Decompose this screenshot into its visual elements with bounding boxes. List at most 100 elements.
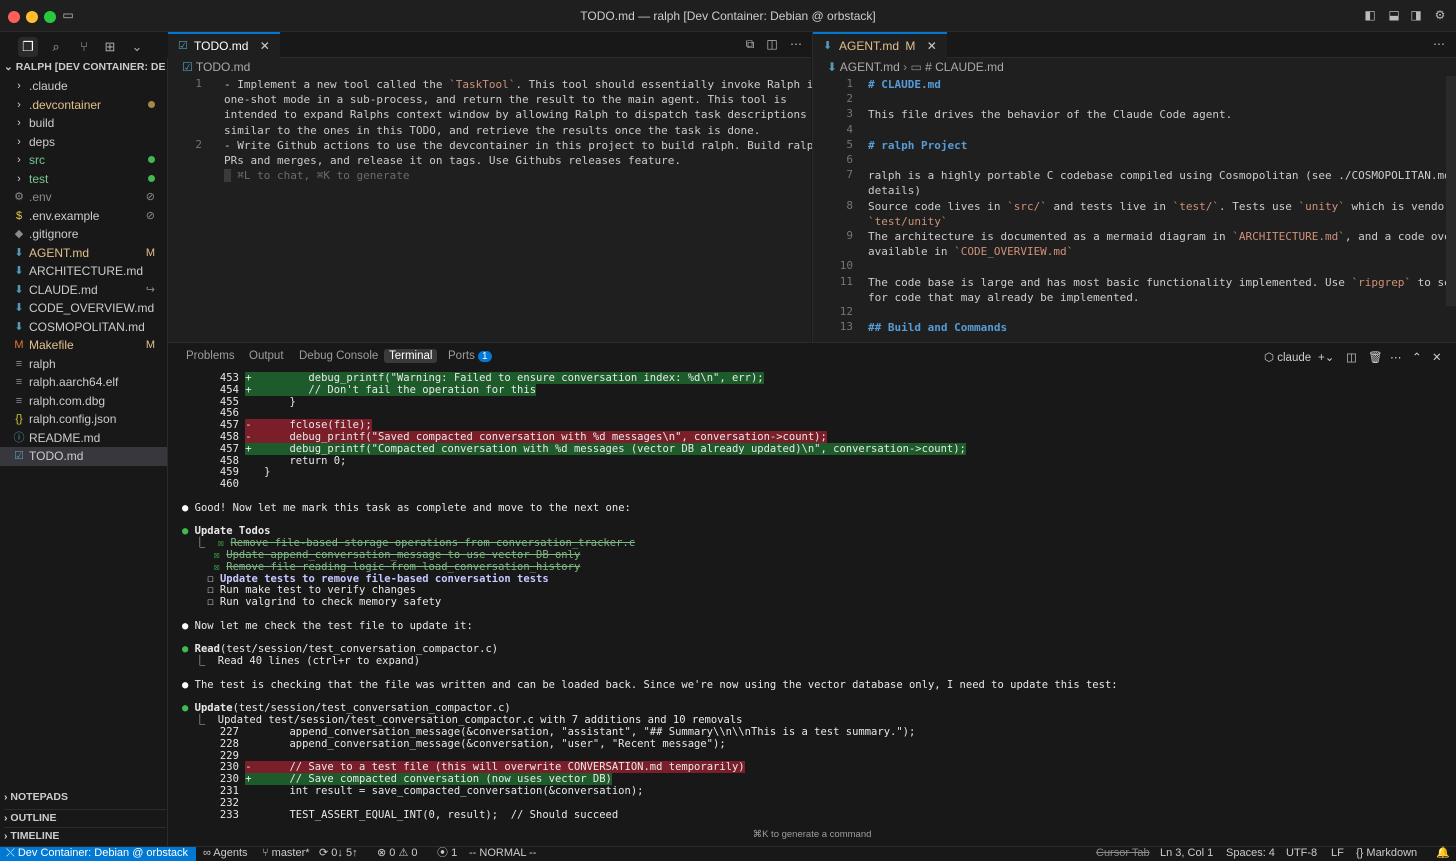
make-file-icon: M <box>14 339 24 351</box>
explorer-item[interactable]: ≡ ralph <box>0 355 167 374</box>
split-editor-icon[interactable]: ◫ <box>764 37 780 51</box>
terminal-hint: ⌘K to generate a command <box>752 829 872 840</box>
branch-indicator[interactable]: ⑂ master* <box>262 847 310 861</box>
explorer-item-label: deps <box>29 134 56 149</box>
maximize-panel-icon[interactable]: ⌃ <box>1412 350 1422 364</box>
line-number: 5 <box>846 137 853 151</box>
source-control-icon[interactable]: ⑂ <box>74 37 94 57</box>
notifications-bell-icon[interactable]: 🔔 <box>1436 847 1450 861</box>
info-file-icon: ⓘ <box>13 431 25 444</box>
cursor-position[interactable]: Ln 3, Col 1 <box>1160 847 1213 861</box>
scrollbar[interactable] <box>1446 76 1456 306</box>
problems-indicator[interactable]: ⊗ 0 ⚠ 0 <box>377 847 417 861</box>
settings-gear-icon[interactable]: ⚙ <box>1432 8 1448 22</box>
close-tab-icon[interactable]: ✕ <box>927 39 937 53</box>
explorer-item[interactable]: M Makefile M <box>0 336 167 355</box>
terminal-line: 458 - debug_printf("Saved compacted conv… <box>182 431 827 443</box>
toggle-primary-sidebar-icon[interactable]: ◧ <box>1362 8 1378 22</box>
breadcrumb[interactable]: ☑ TODO.md <box>182 60 250 76</box>
terminal-line: 458 return 0; <box>182 454 347 467</box>
tab-terminal[interactable]: Terminal <box>384 349 438 363</box>
split-terminal-icon[interactable]: ◫ <box>1346 350 1357 364</box>
explorer-item[interactable]: ⬇ ARCHITECTURE.md <box>0 262 167 281</box>
sync-indicator[interactable]: ⟳ 0↓ 5↑ <box>319 847 358 861</box>
explorer-item[interactable]: › deps <box>0 133 167 152</box>
terminal-line: ● Update(test/session/test_conversation_… <box>182 702 511 715</box>
inline-hint: | ⌘L to chat, ⌘K to generate <box>224 169 410 182</box>
explorer-item-label: .env <box>29 190 52 204</box>
explorer-item[interactable]: {} ralph.config.json <box>0 410 167 429</box>
explorer-item[interactable]: › .claude <box>0 77 167 96</box>
explorer-item[interactable]: › build <box>0 114 167 133</box>
md-file-icon: ⬇ <box>14 302 24 314</box>
explorer-item[interactable]: ⬇ CODE_OVERVIEW.md <box>0 299 167 318</box>
terminal-line: 232 <box>182 796 239 809</box>
terminal-selector[interactable]: ⬡ claude <box>1264 350 1311 364</box>
terminal-line: ● Good! Now let me mark this task as com… <box>182 501 631 514</box>
tab-output[interactable]: Output <box>249 350 284 362</box>
heading-icon: ▭ <box>910 60 922 74</box>
close-panel-icon[interactable]: ✕ <box>1432 350 1442 364</box>
explorer-item[interactable]: ≡ ralph.aarch64.elf <box>0 373 167 392</box>
tab-todo[interactable]: ☑ TODO.md ✕ <box>168 32 280 58</box>
terminal-line: 457 + debug_printf("Compacted conversati… <box>182 442 966 455</box>
remote-indicator[interactable]: ⤬ Dev Container: Debian @ orbstack <box>0 847 196 861</box>
explorer-item-label: ralph.config.json <box>29 412 117 426</box>
more-actions-icon[interactable]: ⋯ <box>1431 37 1447 51</box>
more-actions-icon[interactable]: ⋯ <box>1390 350 1402 364</box>
close-tab-icon[interactable]: ✕ <box>260 39 270 53</box>
tab-problems[interactable]: Problems <box>186 350 235 362</box>
encoding[interactable]: UTF-8 <box>1286 847 1317 861</box>
agents-button[interactable]: ∞ Agents <box>203 847 248 861</box>
section-timeline[interactable]: › TIMELINE <box>4 827 166 845</box>
section-notepads[interactable]: › NOTEPADS <box>4 791 166 809</box>
terminal-icon: ⬡ <box>1264 352 1278 364</box>
explorer-item[interactable]: ☑ TODO.md <box>0 447 167 466</box>
tab-agent[interactable]: ⬇ AGENT.md M ✕ <box>813 32 947 58</box>
explorer-item-label: Makefile <box>29 338 74 352</box>
terminal-line: 454 + // Don't fail the operation for th… <box>182 383 537 396</box>
braces-icon: {} <box>1356 847 1367 859</box>
toggle-secondary-sidebar-icon[interactable]: ◨ <box>1408 8 1424 22</box>
indentation[interactable]: Spaces: 4 <box>1226 847 1275 861</box>
trash-icon[interactable]: 🗑 <box>1368 350 1383 364</box>
language-mode[interactable]: {} Markdown <box>1356 847 1417 861</box>
new-terminal-button[interactable]: +⌄ <box>1318 350 1334 364</box>
explorer-item[interactable]: › .devcontainer <box>0 96 167 115</box>
ports-indicator[interactable]: ⦿ 1 <box>437 847 457 861</box>
explorer-item-label: AGENT.md <box>29 245 90 260</box>
editor-agent: ⬇ AGENT.md M ✕ ⋯ ⬇ AGENT.md › ▭ # CLAUDE… <box>812 32 1456 342</box>
explorer-item[interactable]: ⚙ .env ⊘ <box>0 188 167 207</box>
explorer-item[interactable]: ⬇ CLAUDE.md ↪ <box>0 281 167 300</box>
explorer-icon[interactable]: ❐ <box>18 37 38 57</box>
explorer-item[interactable]: › src <box>0 151 167 170</box>
explorer-item[interactable]: ◆ .gitignore <box>0 225 167 244</box>
ports-count-badge: 1 <box>478 351 492 362</box>
explorer-item[interactable]: › test <box>0 170 167 189</box>
terminal-line: ● Update Todos <box>182 525 271 538</box>
extensions-icon[interactable]: ⊞ <box>100 37 120 57</box>
tab-debug-console[interactable]: Debug Console <box>299 350 378 362</box>
eol[interactable]: LF <box>1331 847 1344 861</box>
tab-ports[interactable]: Ports 1 <box>448 350 492 362</box>
chevron-right-icon: › <box>17 80 21 92</box>
explorer-item[interactable]: ≡ ralph.com.dbg <box>0 392 167 411</box>
open-preview-icon[interactable]: ⧉ <box>742 37 758 51</box>
section-outline[interactable]: › OUTLINE <box>4 809 166 827</box>
toggle-panel-icon[interactable]: ⬓ <box>1386 8 1402 22</box>
explorer-item-label: TODO.md <box>29 449 84 463</box>
terminal-line: ● Read(test/session/test_conversation_co… <box>182 643 499 656</box>
chevron-down-icon[interactable]: ⌄ <box>127 37 147 57</box>
radio-tower-icon: ⦿ <box>437 847 452 859</box>
explorer-item[interactable]: ⬇ AGENT.md M <box>0 244 167 263</box>
cursor-tab-indicator[interactable]: Cursor Tab <box>1096 847 1150 861</box>
search-icon[interactable]: ⌕ <box>46 37 66 57</box>
breadcrumb[interactable]: ⬇ AGENT.md › ▭ # CLAUDE.md <box>827 60 1004 76</box>
explorer-item[interactable]: ⬇ COSMOPOLITAN.md <box>0 318 167 337</box>
dollar-file-icon: $ <box>15 209 23 222</box>
terminal-line: 456 <box>182 407 239 420</box>
explorer-item[interactable]: $ .env.example ⊘ <box>0 207 167 226</box>
explorer-item[interactable]: ⓘ README.md <box>0 429 167 448</box>
more-actions-icon[interactable]: ⋯ <box>788 37 804 51</box>
explorer-item-label: .devcontainer <box>29 97 102 112</box>
